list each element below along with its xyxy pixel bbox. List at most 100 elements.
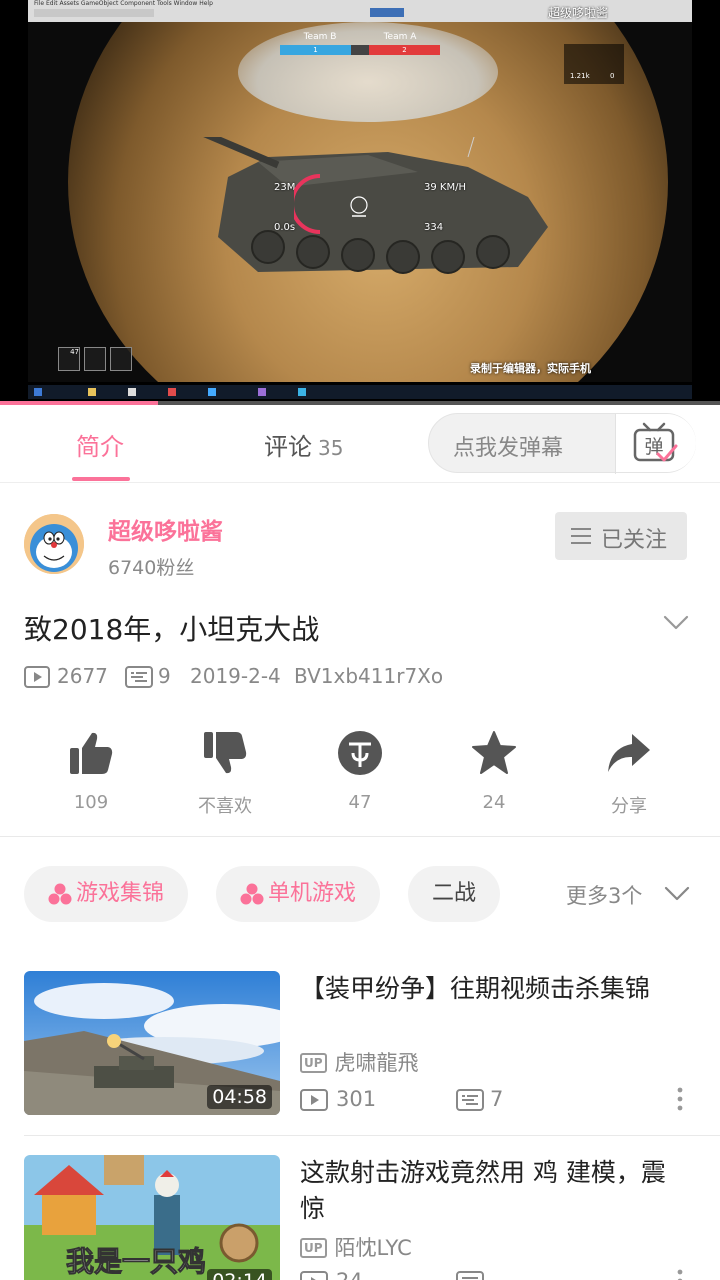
like-button[interactable]: 109 [36,730,146,813]
editor-play-controls [370,8,404,17]
favorite-button[interactable]: 24 [439,730,549,813]
video-duration: 04:58 [207,1085,272,1109]
crosshair-icon [350,196,368,217]
chevron-down-icon[interactable] [664,886,690,902]
bvid: BV1xb411r7Xo [294,664,444,688]
tag-ww2[interactable]: 二战 [408,866,501,922]
danmaku-input[interactable]: 点我发弹幕 [453,430,563,462]
more-vert-icon[interactable] [676,1087,684,1111]
tag-single-player[interactable]: 单机游戏 [216,866,381,922]
more-tags-button[interactable]: 更多3个 [566,880,642,910]
hud-speed: 39 KM/H [424,182,466,193]
share-button[interactable]: 分享 [574,730,684,818]
follow-button[interactable]: 已关注 [555,512,687,560]
divider [0,836,720,837]
ammo-slot-1: 47 [58,347,80,371]
video-title[interactable]: 这款射击游戏竟然用 鸡 建模，震惊 [300,1155,690,1227]
uploader-line[interactable]: UP 虎啸龍飛 [300,1047,419,1077]
video-player[interactable]: File Edit Assets GameObject Component To… [0,0,720,405]
up-badge: UP [300,1053,327,1073]
play-count: 2677 [57,664,108,688]
thumb-down-icon [204,732,247,774]
hud-reload: 0.0s [274,222,296,233]
hud-hp: 334 [424,222,444,233]
uploader-line[interactable]: UP 陌忱LYC [300,1232,412,1262]
chevron-down-icon[interactable] [662,614,690,632]
dislike-label: 不喜欢 [198,796,252,817]
team-a-score: 2 [369,45,440,55]
menu-lines-icon [571,528,591,544]
danmaku-bar: 点我发弹幕 弹 [428,413,696,474]
tag-label: 单机游戏 [268,881,357,906]
like-count: 109 [73,792,109,813]
ammo-slot-2 [84,347,106,371]
uploader-name[interactable]: 超级哆啦酱 [108,512,223,546]
play-count-icon [300,1089,328,1111]
list-item[interactable]: 04:58 【装甲纷争】往期视频击杀集锦 UP 虎啸龍飛 301 7 [0,971,720,1135]
share-label: 分享 [611,796,647,817]
list-item[interactable]: 我是一只鸡 02:14 这款射击游戏竟然用 鸡 建模，震惊 UP 陌忱LYC 24 [0,1155,720,1280]
danmaku-count-icon [125,666,153,688]
danmaku-count-icon [456,1089,484,1111]
uploader-name: 陌忱LYC [334,1236,412,1260]
danmaku-count: 9 [158,664,171,688]
avatar[interactable] [24,514,84,574]
doraemon-avatar-icon [24,514,84,574]
video-stats: 24 [300,1269,700,1280]
thumb-up-icon [70,732,113,774]
video-thumbnail[interactable]: 04:58 [24,971,280,1115]
ammo-slots: 47 [58,347,132,371]
editor-menu: File Edit Assets GameObject Component To… [34,0,213,7]
channel-icon [48,883,72,905]
favorite-count: 24 [482,792,506,813]
scoreboard: Team B Team A 1 2 [280,32,440,55]
danmaku-toggle-button[interactable]: 弹 [616,414,696,472]
share-arrow-icon [608,734,650,772]
danmaku-tv-icon: 弹 [633,422,678,462]
danmaku-count-icon [456,1271,484,1280]
coin-count: 47 [348,792,372,813]
team-b-label: Team B [303,32,337,42]
corner-watermark: 超级哆啦酱 [548,6,609,20]
video-duration: 02:14 [207,1269,272,1280]
team-b-score: 1 [280,45,351,55]
up-badge: UP [300,1238,327,1258]
uploader-fans: 6740粉丝 [108,557,195,579]
play-count-icon [24,666,50,688]
tag-label: 二战 [432,881,477,906]
coin-button[interactable]: 47 [305,730,415,813]
tag-label: 游戏集锦 [76,881,165,906]
video-title[interactable]: 【装甲纷争】往期视频击杀集锦 [300,971,690,1007]
coin-icon [338,731,382,775]
play-count: 24 [336,1269,363,1280]
reload-arc-icon [294,174,321,234]
tank-graphic [203,137,548,274]
video-thumbnail[interactable]: 我是一只鸡 02:14 [24,1155,280,1280]
play-count: 301 [336,1087,377,1111]
hud-distance: 23M [274,182,296,193]
game-scope-view: Team B Team A 1 2 23M 0.0s 39 KM/H 334 1… [28,22,692,382]
follow-label: 已关注 [601,528,668,553]
dislike-button[interactable]: 不喜欢 [170,730,280,818]
tab-comments[interactable]: 评论 35 [264,427,343,462]
more-vert-icon[interactable] [676,1269,684,1280]
minimap: 1.21k 0 [564,44,624,84]
tab-intro[interactable]: 简介 [76,427,124,462]
thumbnail-image: 我是一只鸡 [24,1155,280,1280]
comment-count: 35 [318,436,344,460]
action-bar: 109 不喜欢 47 24 分享 [0,730,720,830]
uploader-name: 虎啸龍飛 [334,1051,419,1075]
danmaku-count: 7 [490,1087,504,1111]
play-count-icon [300,1271,328,1280]
team-a-label: Team A [383,32,417,42]
channel-icon [240,883,264,905]
publish-date: 2019-2-4 [190,664,281,688]
tag-game-highlights[interactable]: 游戏集锦 [24,866,189,922]
video-title: 致2018年，小坦克大战 [24,613,320,646]
ammo-slot-3 [110,347,132,371]
thumbnail-caption: 我是一只鸡 [66,1245,206,1278]
star-icon [472,731,516,774]
tab-bar: 简介 评论 35 点我发弹幕 弹 [0,405,720,483]
editor-tools [34,9,154,17]
os-taskbar [28,385,692,399]
